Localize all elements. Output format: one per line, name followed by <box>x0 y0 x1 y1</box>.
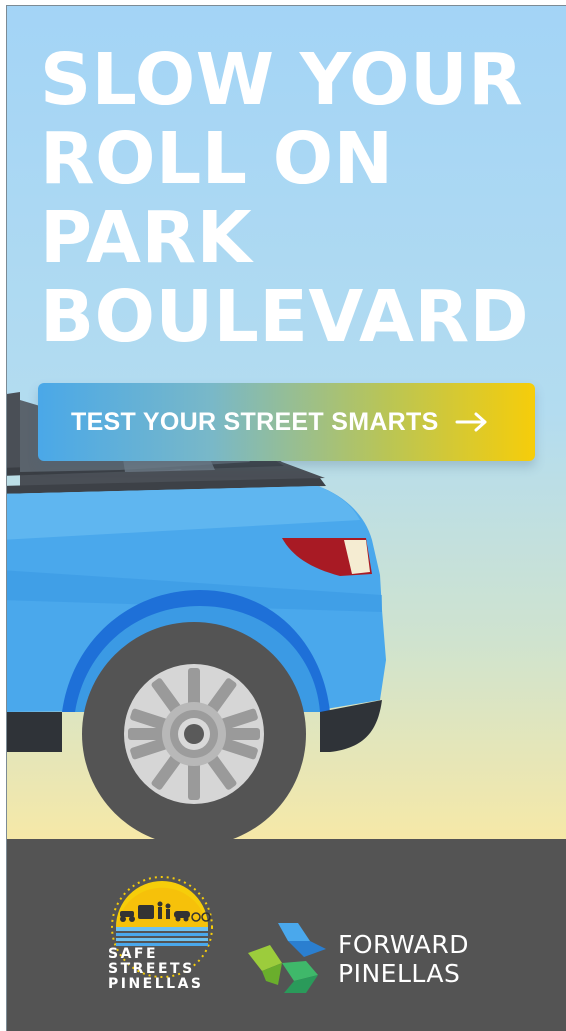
fp-line-1: FORWARD <box>338 930 469 959</box>
test-street-smarts-button[interactable]: TEST YOUR STREET SMARTS <box>38 383 535 461</box>
ssp-line-1: SAFE <box>108 946 159 962</box>
forward-pinellas-wordmark[interactable]: FORWARD PINELLAS <box>338 930 469 988</box>
fp-line-2: PINELLAS <box>338 959 461 988</box>
arrow-right-icon <box>455 412 487 432</box>
banner-ad[interactable]: SLOW YOUR ROLL ON PARK BOULEVARD TEST YO… <box>0 0 566 1031</box>
ssp-line-2: STREETS <box>108 961 195 977</box>
headline: SLOW YOUR ROLL ON PARK BOULEVARD <box>40 40 560 356</box>
headline-line-1: SLOW YOUR <box>40 38 524 121</box>
cta-label: TEST YOUR STREET SMARTS <box>71 407 439 436</box>
footer: SAFE STREETS PINELLAS FORWARD PINELLAS <box>6 839 566 1031</box>
forward-pinellas-mark-icon <box>248 923 326 993</box>
safe-streets-pinellas-logo[interactable]: SAFE STREETS PINELLAS <box>108 869 216 995</box>
ssp-line-3: PINELLAS <box>108 976 204 992</box>
safe-streets-pinellas-wordmark: SAFE STREETS PINELLAS <box>108 947 216 992</box>
frame-line-left <box>6 5 7 1031</box>
headline-line-4: BOULEVARD <box>40 275 530 358</box>
headline-line-2: ROLL ON <box>40 117 394 200</box>
headline-line-3: PARK <box>40 196 253 279</box>
frame-line-top <box>6 5 566 6</box>
